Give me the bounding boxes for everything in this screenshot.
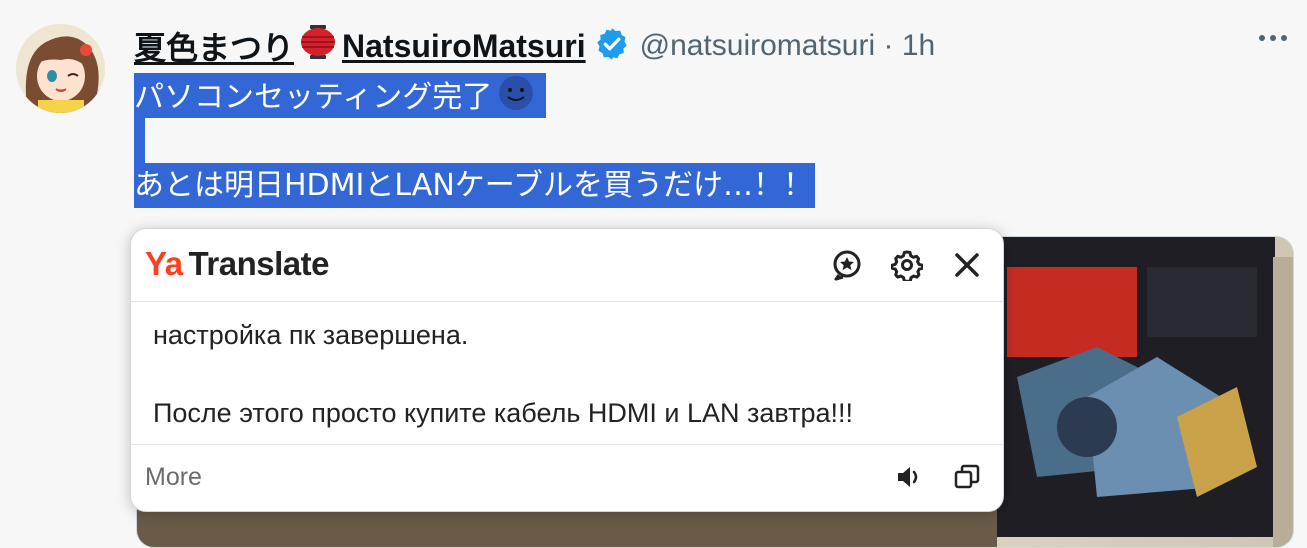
- handle[interactable]: @natsuiromatsuri · 1h: [640, 29, 936, 63]
- more-dots-icon[interactable]: [1259, 35, 1287, 41]
- tweet-text: パソコンセッティング完了 あとは明日HDMIとLANケーブルを買うだけ…！！: [134, 73, 815, 208]
- translate-popup: Ya Translate настройка пк завершена. Пос…: [130, 228, 1004, 512]
- translate-popup-header: Ya Translate: [131, 229, 1003, 302]
- handle-text[interactable]: @natsuiromatsuri: [640, 29, 876, 62]
- translation-line-1: настройка пк завершена.: [153, 320, 469, 350]
- tweet-line-1: パソコンセッティング完了: [134, 73, 547, 118]
- gear-icon[interactable]: [890, 249, 925, 283]
- copy-icon[interactable]: [953, 463, 981, 491]
- star-circle-icon[interactable]: [831, 249, 863, 281]
- display-name[interactable]: 夏色まつり NatsuiroMatsuri: [134, 23, 586, 69]
- translate-popup-footer: More: [131, 444, 1003, 511]
- translation-line-2: После этого просто купите кабель HDMI и …: [153, 398, 854, 428]
- speaker-icon[interactable]: [895, 463, 923, 491]
- tweet-line-1-text: パソコンセッティング完了: [134, 80, 493, 115]
- timestamp[interactable]: 1h: [902, 29, 935, 62]
- tweet-header: 夏色まつり NatsuiroMatsuri @natsuiromatsuri ·…: [134, 23, 1287, 69]
- brand-name: Translate: [188, 245, 330, 282]
- avatar[interactable]: [16, 24, 105, 113]
- verified-badge-icon: [594, 26, 630, 66]
- display-name-en[interactable]: NatsuiroMatsuri: [342, 28, 586, 65]
- translate-brand: Ya Translate: [145, 245, 329, 283]
- more-link[interactable]: More: [145, 463, 202, 492]
- separator: ·: [883, 29, 894, 62]
- red-lantern-emoji: [298, 24, 338, 68]
- face-emoji: [496, 73, 536, 113]
- translation-text: настройка пк завершена. После этого прос…: [131, 302, 1003, 442]
- display-name-jp[interactable]: 夏色まつり: [134, 23, 294, 69]
- close-icon[interactable]: [951, 249, 983, 281]
- brand-ya: Ya: [145, 245, 183, 282]
- tweet-line-3: あとは明日HDMIとLANケーブルを買うだけ…！！: [134, 163, 815, 208]
- tweet-line-2: [134, 118, 145, 163]
